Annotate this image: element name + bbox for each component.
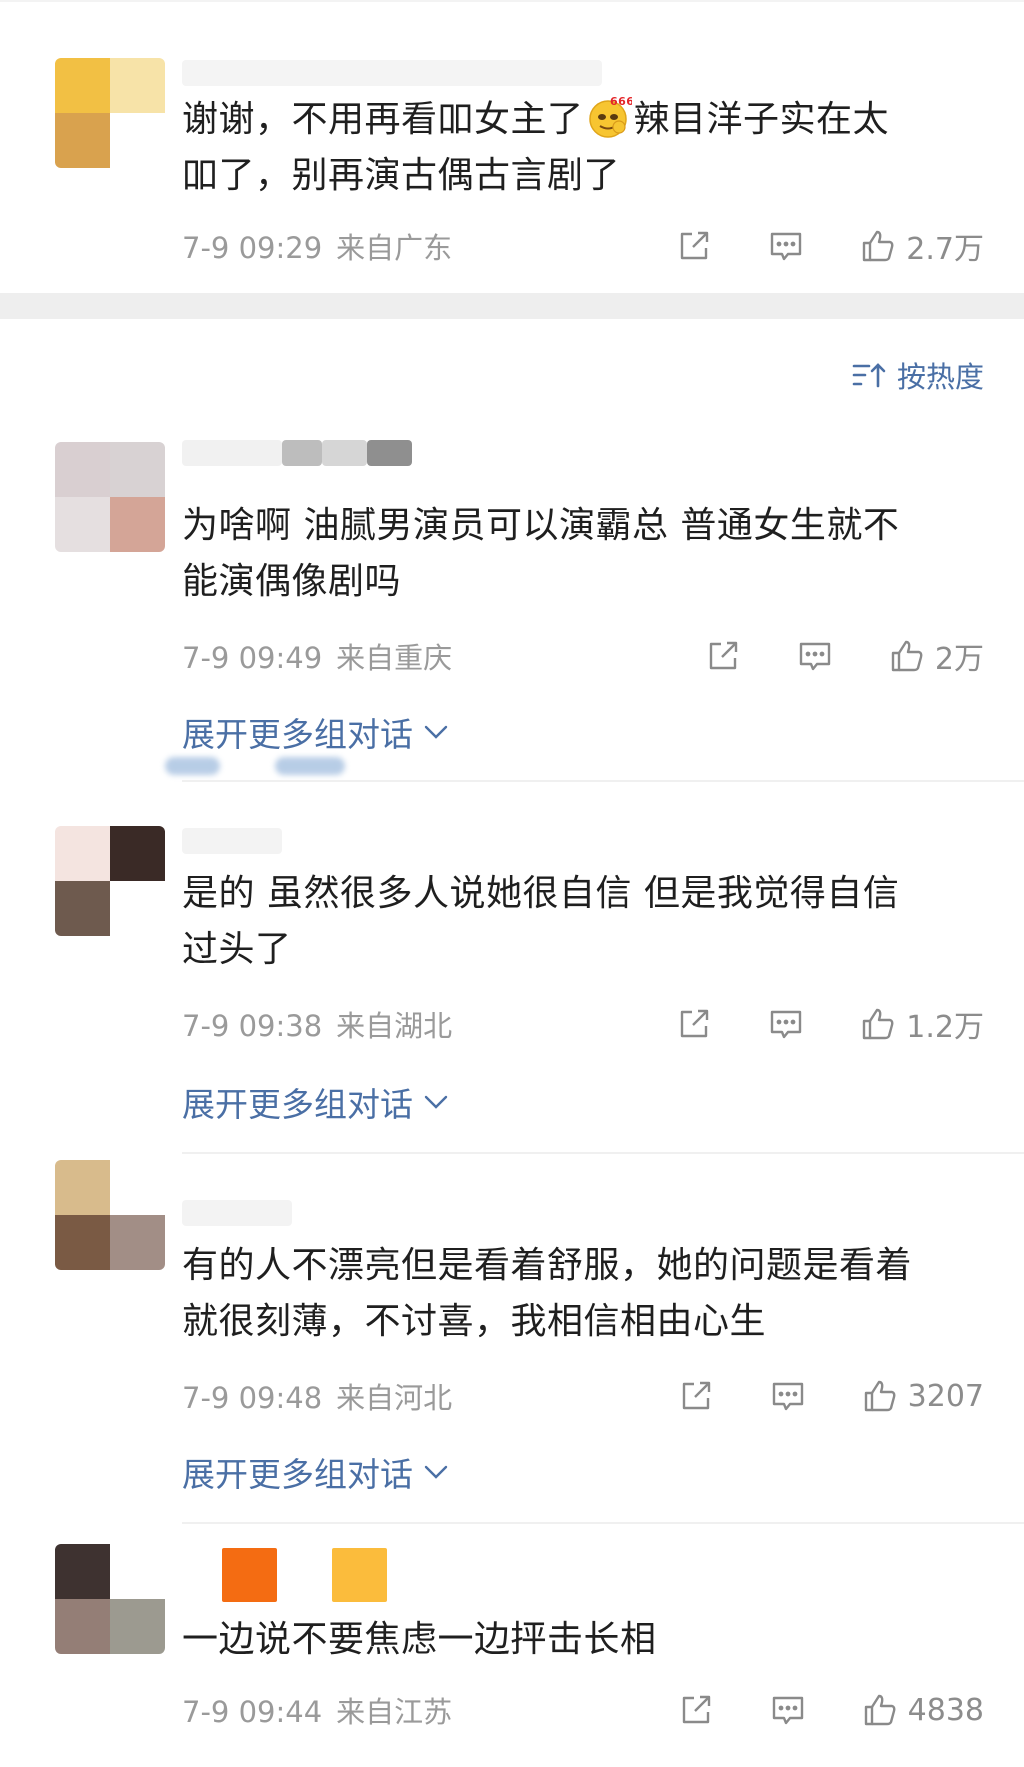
comment-icon[interactable] [768,228,804,264]
like-button[interactable]: 1.2万 [860,1002,984,1046]
chevron-down-icon [424,1465,448,1479]
666-face-emoji: 666 [586,95,633,139]
expand-label: 展开更多组对话 [182,715,413,754]
expand-label: 展开更多组对话 [182,1085,413,1124]
sort-icon [852,363,886,388]
avatar[interactable] [55,442,165,552]
comment-meta: 7-9 09:44 来自江苏 4838 [182,1688,984,1732]
top-divider [0,0,1024,2]
chevron-down-icon [424,725,448,739]
username-blurred[interactable] [182,1548,402,1602]
share-icon[interactable] [676,228,712,264]
comment-icon[interactable] [770,1692,806,1728]
divider [182,1152,1024,1154]
like-button[interactable]: 4838 [862,1692,984,1728]
thumbs-up-icon [862,1692,898,1728]
sort-label: 按热度 [896,360,984,394]
comment-meta: 7-9 09:29 来自广东 2.7万 [182,224,984,268]
avatar[interactable] [55,826,165,936]
location: 来自广东 [336,231,453,265]
username-blurred[interactable] [182,60,622,86]
avatar[interactable] [55,1160,165,1270]
like-button[interactable]: 2.7万 [860,224,984,268]
location: 来自江苏 [336,1695,453,1729]
comment-card-1: 谢谢，不用再看吅女主了 666 辣目洋子实在太 吅了，别再演古偶古言剧了 7-9… [0,0,1024,293]
blur-smear [165,757,220,775]
divider [182,780,1024,782]
like-count: 2.7万 [906,232,984,267]
comment-meta: 7-9 09:38 来自湖北 1.2万 [182,1002,984,1046]
timestamp: 7-9 09:38 [182,1009,323,1043]
comment-meta: 7-9 09:48 来自河北 3207 [182,1374,984,1418]
share-icon[interactable] [705,638,741,674]
expand-label: 展开更多组对话 [182,1455,413,1494]
avatar[interactable] [55,58,165,168]
like-count: 3207 [907,1378,984,1414]
comment-text: 一边说不要焦虑一边抨击长相 [182,1619,657,1660]
comment-icon[interactable] [770,1378,806,1414]
like-button[interactable]: 3207 [862,1378,984,1414]
username-blurred[interactable] [182,1200,302,1226]
timestamp: 7-9 09:29 [182,231,323,265]
comment-meta: 7-9 09:49 来自重庆 2万 [182,634,984,678]
timestamp: 7-9 09:44 [182,1695,323,1729]
expand-conversation-link[interactable]: 展开更多组对话 [182,1078,449,1126]
expand-conversation-link[interactable]: 展开更多组对话 [182,1448,449,1496]
sort-by-hot-button[interactable]: 按热度 [851,355,984,395]
share-icon[interactable] [678,1692,714,1728]
svg-text:666: 666 [610,95,632,108]
username-blurred[interactable] [182,828,302,854]
location: 来自河北 [336,1381,453,1415]
thumbs-up-icon [862,1378,898,1414]
location: 来自重庆 [336,641,453,675]
comment-text: 有的人不漂亮但是看着舒服，她的问题是看着 就很刻薄，不讨喜，我相信相由心生 [182,1245,913,1342]
comment-text: 为啥啊 油腻男演员可以演霸总 普通女生就不 能演偶像剧吗 [182,505,900,602]
like-button[interactable]: 2万 [889,634,984,678]
like-count: 4838 [907,1692,984,1728]
blur-smear [275,757,345,775]
like-count: 2万 [934,642,984,677]
chevron-down-icon [424,1095,448,1109]
comment-text: 谢谢，不用再看吅女主了 666 辣目洋子实在太 吅了，别再演古偶古言剧了 [182,95,890,196]
share-icon[interactable] [678,1378,714,1414]
thumbs-up-icon [860,228,896,264]
section-separator [0,293,1024,319]
like-count: 1.2万 [906,1010,984,1045]
comment-icon[interactable] [797,638,833,674]
username-blurred[interactable] [182,440,422,466]
timestamp: 7-9 09:48 [182,1381,323,1415]
location: 来自湖北 [336,1009,453,1043]
avatar[interactable] [55,1544,165,1654]
divider [182,1522,1024,1524]
timestamp: 7-9 09:49 [182,641,323,675]
comment-icon[interactable] [768,1006,804,1042]
thumbs-up-icon [889,638,925,674]
share-icon[interactable] [676,1006,712,1042]
thumbs-up-icon [860,1006,896,1042]
expand-conversation-link[interactable]: 展开更多组对话 [182,708,449,756]
comment-text: 是的 虽然很多人说她很自信 但是我觉得自信 过头了 [182,873,900,970]
